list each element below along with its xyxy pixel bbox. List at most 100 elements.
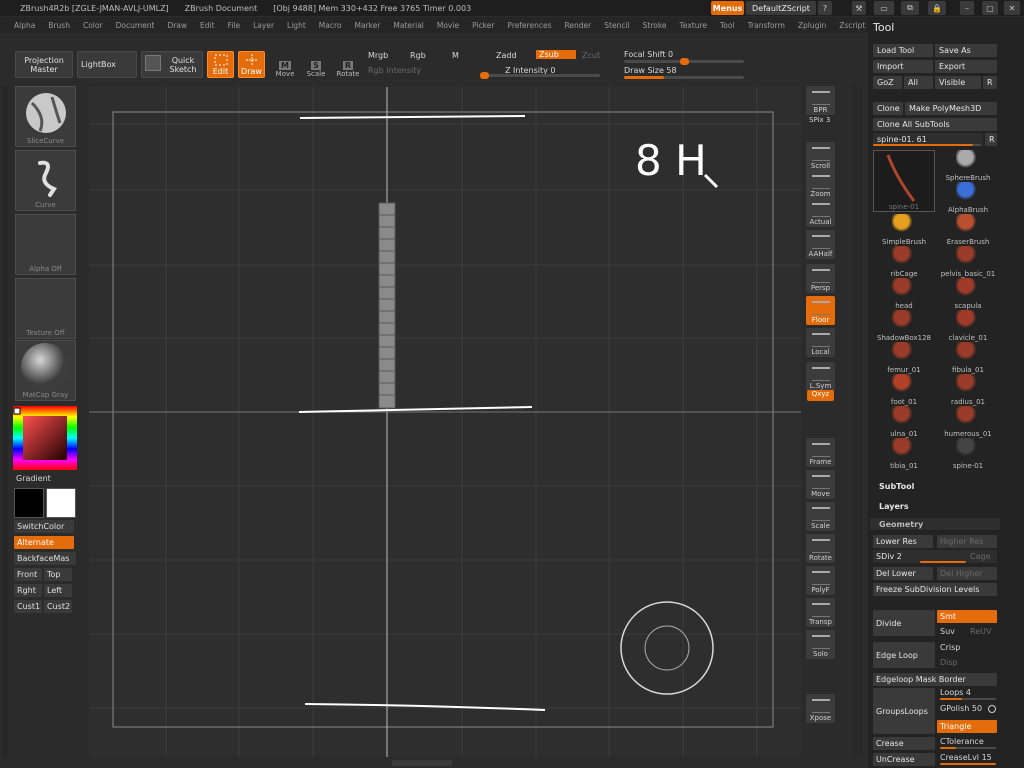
loops-slider[interactable]: Loops 4 bbox=[940, 688, 971, 697]
lower-res-button[interactable]: Lower Res bbox=[873, 535, 933, 548]
subtool-item[interactable]: ribCage bbox=[872, 246, 936, 278]
switch-color-button[interactable]: SwitchColor bbox=[14, 520, 74, 533]
zsub-toggle[interactable]: Zsub bbox=[536, 50, 576, 59]
menu-item[interactable]: Material bbox=[393, 21, 423, 30]
subtool-item[interactable]: ulna_01 bbox=[872, 406, 936, 438]
menu-item[interactable]: Layer bbox=[253, 21, 274, 30]
current-tool-track[interactable] bbox=[873, 144, 981, 146]
scale-button[interactable]: Scale bbox=[806, 502, 835, 531]
persp-button[interactable]: Persp bbox=[806, 264, 835, 293]
edgeloop-mask-border-button[interactable]: Edgeloop Mask Border bbox=[873, 673, 997, 686]
close-icon[interactable]: ✕ bbox=[1004, 1, 1020, 15]
export-button[interactable]: Export bbox=[935, 60, 997, 73]
cage-button[interactable]: Cage bbox=[970, 552, 991, 561]
xpose-button[interactable]: Xpose bbox=[806, 694, 835, 723]
edit-button[interactable]: Edit bbox=[207, 51, 234, 78]
zcut-toggle[interactable]: Zcut bbox=[582, 51, 600, 60]
menu-item[interactable]: Picker bbox=[472, 21, 494, 30]
canvas-viewport[interactable]: 8 H bbox=[89, 87, 801, 757]
subtool-item[interactable]: head bbox=[872, 278, 936, 310]
left-view-button[interactable]: Left bbox=[44, 584, 72, 597]
gpolish-slider[interactable]: GPolish 50 bbox=[940, 704, 982, 713]
suv-toggle[interactable]: Suv bbox=[940, 627, 955, 636]
subtool-item[interactable]: radius_01 bbox=[936, 374, 1000, 406]
subtool-item[interactable]: ShadowBox128 bbox=[872, 310, 936, 342]
import-button[interactable]: Import bbox=[873, 60, 933, 73]
left-tray-strip[interactable] bbox=[2, 86, 8, 756]
smt-toggle[interactable]: Smt bbox=[937, 610, 997, 623]
brush-thumbnail[interactable]: SliceCurve bbox=[15, 86, 76, 147]
menu-item[interactable]: Brush bbox=[48, 21, 70, 30]
spix-slider[interactable]: SPix 3 bbox=[809, 116, 830, 124]
stroke-thumbnail[interactable]: Curve bbox=[15, 150, 76, 211]
crisp-toggle[interactable]: Crisp bbox=[940, 643, 960, 652]
groups-loops-button[interactable]: GroupsLoops bbox=[873, 688, 935, 734]
tool-r-button[interactable]: R bbox=[985, 133, 997, 146]
move-button[interactable]: M Move bbox=[270, 51, 300, 78]
zoom-button[interactable]: Zoom bbox=[806, 170, 835, 199]
hammer-icon[interactable]: ⚒ bbox=[852, 1, 866, 15]
z-intensity-track[interactable] bbox=[480, 72, 600, 79]
subtool-section[interactable]: SubTool bbox=[879, 482, 914, 491]
menu-item[interactable]: Transform bbox=[748, 21, 785, 30]
freeze-subdivision-button[interactable]: Freeze SubDivision Levels bbox=[873, 583, 997, 596]
menu-item[interactable]: Color bbox=[83, 21, 103, 30]
load-tool-button[interactable]: Load Tool bbox=[873, 44, 933, 57]
menu-item[interactable]: Render bbox=[565, 21, 592, 30]
mrgb-toggle[interactable]: Mrgb bbox=[368, 51, 388, 60]
help-icon[interactable]: ? bbox=[818, 1, 832, 15]
rotate-button[interactable]: Rotate bbox=[806, 534, 835, 563]
divide-button[interactable]: Divide bbox=[873, 610, 935, 636]
custom2-view-button[interactable]: Cust2 bbox=[44, 600, 72, 613]
subtool-item[interactable]: scapula bbox=[936, 278, 1000, 310]
m-toggle[interactable]: M bbox=[452, 51, 459, 60]
subtool-item[interactable]: humerous_01 bbox=[936, 406, 1000, 438]
menu-item[interactable]: Marker bbox=[354, 21, 380, 30]
right-view-button[interactable]: Rght bbox=[14, 584, 42, 597]
all-button[interactable]: All bbox=[904, 76, 933, 89]
menu-item[interactable]: Zscript bbox=[839, 21, 865, 30]
menu-item[interactable]: Texture bbox=[680, 21, 707, 30]
rgb-intensity-slider[interactable]: Rgb Intensity bbox=[368, 66, 421, 75]
uncrease-button[interactable]: UnCrease bbox=[873, 753, 935, 766]
menu-item[interactable]: Preferences bbox=[507, 21, 551, 30]
menu-item[interactable]: Stencil bbox=[604, 21, 629, 30]
alternate-button[interactable]: Alternate bbox=[14, 536, 74, 549]
subtool-item[interactable]: pelvis_basic_01 bbox=[936, 246, 1000, 278]
edge-loop-button[interactable]: Edge Loop bbox=[873, 642, 935, 668]
custom1-view-button[interactable]: Cust1 bbox=[14, 600, 42, 613]
clone-button[interactable]: Clone bbox=[873, 102, 903, 115]
bottom-tray-handle[interactable] bbox=[392, 760, 452, 766]
subtool-item[interactable]: spine-01 bbox=[936, 438, 1000, 470]
scroll-button[interactable]: Scroll bbox=[806, 142, 835, 171]
primary-color-swatch[interactable] bbox=[14, 488, 44, 518]
loops-track[interactable] bbox=[940, 698, 996, 700]
crease-level-track[interactable] bbox=[940, 763, 996, 765]
current-tool-thumbnail[interactable]: spine-01 bbox=[873, 150, 935, 212]
menu-item[interactable]: File bbox=[228, 21, 241, 30]
crease-button[interactable]: Crease bbox=[873, 737, 935, 750]
geometry-section[interactable]: Geometry bbox=[879, 520, 923, 529]
solo-button[interactable]: Solo bbox=[806, 630, 835, 659]
menu-item[interactable]: Draw bbox=[167, 21, 187, 30]
crease-level-slider[interactable]: CreaseLvl 15 bbox=[940, 753, 992, 762]
focal-shift-slider[interactable]: Focal Shift 0 bbox=[624, 50, 673, 59]
del-lower-button[interactable]: Del Lower bbox=[873, 567, 933, 580]
save-as-button[interactable]: Save As bbox=[935, 44, 997, 57]
subtool-item[interactable]: femur_01 bbox=[872, 342, 936, 374]
actual-button[interactable]: Actual bbox=[806, 198, 835, 227]
transp-button[interactable]: Transp bbox=[806, 598, 835, 627]
right-tray-strip[interactable] bbox=[852, 86, 862, 756]
draw-button[interactable]: Draw bbox=[238, 51, 265, 78]
material-thumbnail[interactable]: MatCap Gray bbox=[15, 340, 76, 401]
sdiv-track[interactable] bbox=[920, 561, 966, 563]
ctolerance-track[interactable] bbox=[940, 747, 996, 749]
maximize-icon[interactable]: ▢ bbox=[982, 1, 998, 15]
ctolerance-slider[interactable]: CTolerance bbox=[940, 737, 984, 746]
frame-button[interactable]: Frame bbox=[806, 438, 835, 467]
higher-res-button[interactable]: Higher Res bbox=[937, 535, 997, 548]
default-zscript-button[interactable]: DefaultZScript bbox=[746, 1, 816, 15]
reuv-toggle[interactable]: ReUV bbox=[970, 627, 991, 636]
menu-item[interactable]: Zplugin bbox=[798, 21, 826, 30]
focal-shift-track[interactable] bbox=[624, 58, 744, 65]
